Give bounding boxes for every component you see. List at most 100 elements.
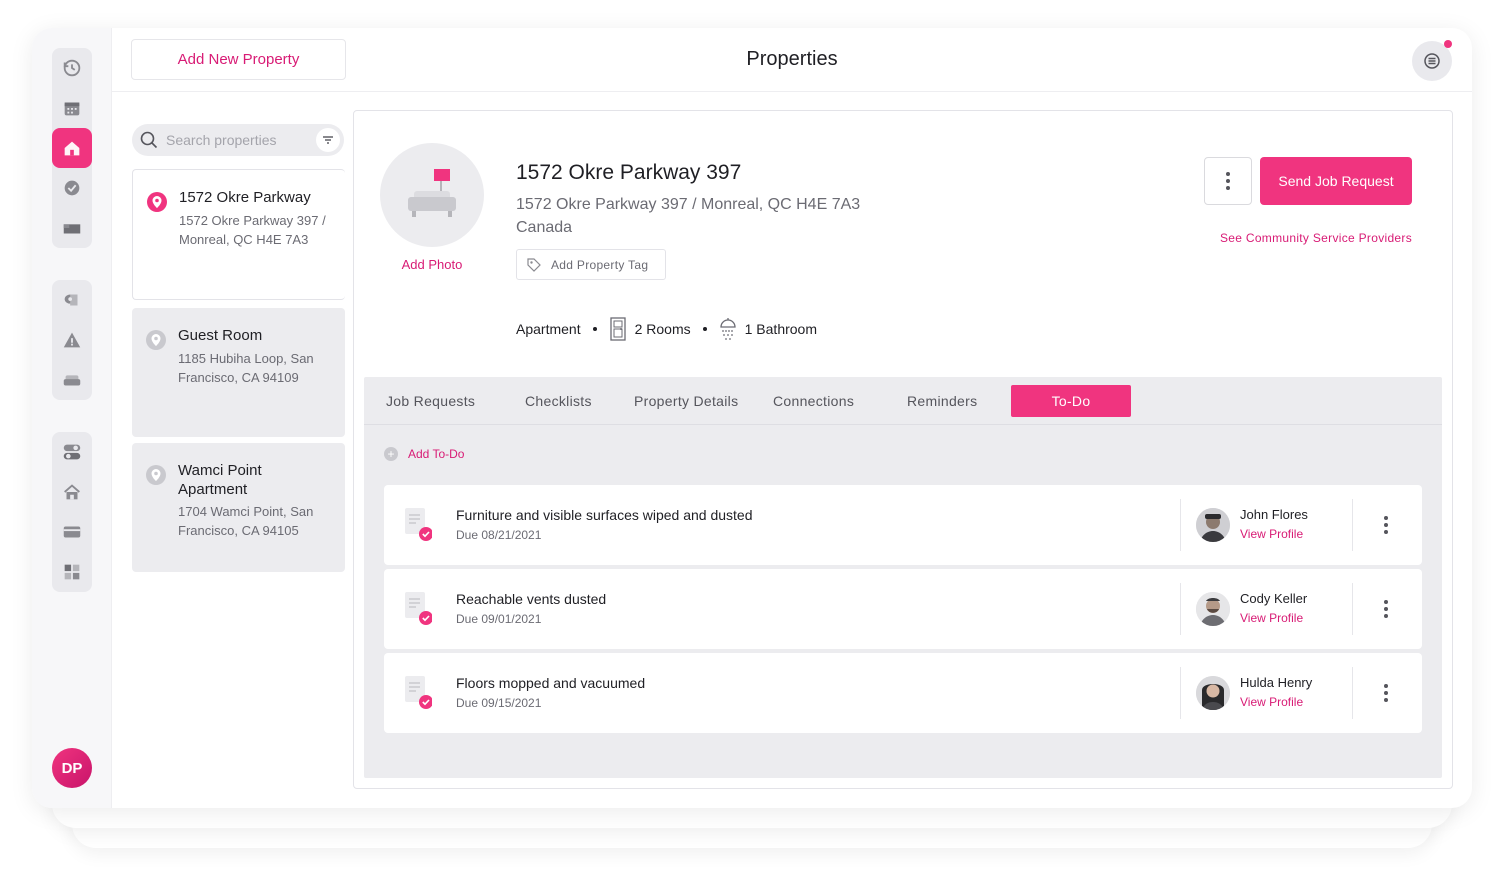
shower-icon [719, 317, 737, 341]
property-list-item[interactable]: Guest Room 1185 Hubiha Loop, San Francis… [132, 308, 345, 437]
dashboard-icon[interactable] [52, 552, 92, 592]
add-to-do-button[interactable]: + Add To-Do [384, 447, 464, 461]
property-type: Apartment [516, 321, 581, 337]
divider [1352, 667, 1353, 719]
add-photo-link[interactable]: Add Photo [380, 257, 484, 272]
toggle-icon[interactable] [52, 432, 92, 472]
property-name: 1572 Okre Parkway [179, 189, 311, 206]
property-search [132, 124, 344, 156]
todo-more-icon[interactable] [1374, 509, 1398, 541]
credit-card-icon[interactable] [52, 512, 92, 552]
app-window: DP Properties Add New Property 1572 Okre… [32, 28, 1472, 808]
tab-checklists[interactable]: Checklists [525, 385, 592, 417]
todo-title: Floors mopped and vacuumed [456, 675, 646, 691]
property-detail-panel: Add Photo 1572 Okre Parkway 397 1572 Okr… [353, 110, 1453, 789]
todo-due-date: Due 08/21/2021 [456, 528, 542, 542]
search-input[interactable] [166, 132, 306, 148]
add-property-tag-button[interactable]: Add Property Tag [516, 249, 666, 280]
view-profile-link[interactable]: View Profile [1240, 527, 1303, 541]
property-photo-placeholder[interactable] [380, 143, 484, 247]
todo-item[interactable]: Reachable vents dusted Due 09/01/2021 Co… [384, 569, 1422, 649]
property-address: 1185 Hubiha Loop, San Francisco, CA 9410… [178, 351, 314, 385]
menu-icon [1424, 53, 1440, 69]
checked-document-icon [405, 676, 432, 709]
tab-connections[interactable]: Connections [773, 385, 854, 417]
location-pin-icon [146, 465, 166, 485]
add-new-property-button[interactable]: Add New Property [131, 39, 346, 80]
address-line-2: Canada [516, 219, 573, 236]
tab-reminders[interactable]: Reminders [907, 385, 977, 417]
more-options-button[interactable] [1204, 157, 1252, 205]
divider [1180, 583, 1181, 635]
tab-to-do[interactable]: To-Do [1011, 385, 1131, 417]
left-rail: DP [32, 28, 112, 808]
tab-property-details[interactable]: Property Details [634, 385, 738, 417]
add-to-do-label: Add To-Do [408, 447, 465, 461]
rail-group-settings [52, 432, 92, 592]
tab-bar: Job Requests Checklists Property Details… [364, 377, 1442, 425]
property-address: 1704 Wamci Point, San Francisco, CA 9410… [178, 504, 314, 538]
rail-group-main [52, 48, 92, 248]
address-line-1: 1572 Okre Parkway 397 / Monreal, QC H4E … [516, 196, 861, 213]
send-job-request-button[interactable]: Send Job Request [1260, 157, 1412, 205]
separator-dot [592, 327, 597, 331]
checked-document-icon [405, 508, 432, 541]
location-pin-icon [147, 192, 167, 212]
house-outline-icon[interactable] [52, 472, 92, 512]
todo-title: Furniture and visible surfaces wiped and… [456, 507, 753, 523]
plus-icon: + [384, 447, 398, 461]
warning-icon[interactable] [52, 320, 92, 360]
divider [1180, 499, 1181, 551]
property-list-item[interactable]: Wamci Point Apartment 1704 Wamci Point, … [132, 443, 345, 572]
todo-title: Reachable vents dusted [456, 591, 607, 607]
room-count: 2 Rooms [634, 321, 691, 337]
assignee-avatar [1196, 592, 1230, 626]
assignee-avatar [1196, 676, 1230, 710]
home-icon[interactable] [52, 128, 92, 168]
divider [1180, 667, 1181, 719]
view-profile-link[interactable]: View Profile [1240, 695, 1303, 709]
property-address: 1572 Okre Parkway 397 / Monreal, QC H4E … [179, 213, 326, 247]
assignee-avatar [1196, 508, 1230, 542]
notification-dot [1444, 40, 1452, 48]
filter-icon [323, 136, 333, 144]
divider [1352, 583, 1353, 635]
view-profile-link[interactable]: View Profile [1240, 611, 1303, 625]
property-meta: Apartment 2 Rooms 1 Bathroom [516, 317, 817, 341]
door-icon [609, 317, 627, 341]
check-circle-icon[interactable] [52, 168, 92, 208]
todo-item[interactable]: Furniture and visible surfaces wiped and… [384, 485, 1422, 565]
sofa-sign-icon [408, 169, 456, 217]
separator-dot [702, 327, 707, 331]
tab-job-requests[interactable]: Job Requests [386, 385, 475, 417]
tabs-area: Job Requests Checklists Property Details… [364, 377, 1442, 778]
property-list-item[interactable]: 1572 Okre Parkway 1572 Okre Parkway 397 … [132, 169, 345, 300]
calendar-icon[interactable] [52, 88, 92, 128]
checked-document-icon [405, 592, 432, 625]
bathroom-count: 1 Bathroom [744, 321, 817, 337]
history-icon[interactable] [52, 48, 92, 88]
sofa-icon[interactable] [52, 360, 92, 400]
property-name: Guest Room [178, 327, 263, 344]
toilet-paper-icon[interactable] [52, 280, 92, 320]
filter-button[interactable] [316, 128, 340, 152]
community-providers-link[interactable]: See Community Service Providers [1184, 231, 1412, 245]
add-property-tag-label: Add Property Tag [551, 257, 649, 272]
user-avatar[interactable]: DP [52, 748, 92, 788]
search-icon [140, 131, 158, 149]
tag-icon [527, 257, 541, 272]
property-name: Wamci Point Apartment [178, 462, 262, 498]
top-bar: Properties Add New Property [112, 28, 1472, 92]
divider [1352, 499, 1353, 551]
todo-item[interactable]: Floors mopped and vacuumed Due 09/15/202… [384, 653, 1422, 733]
todo-more-icon[interactable] [1374, 593, 1398, 625]
todo-more-icon[interactable] [1374, 677, 1398, 709]
assignee-name: Cody Keller [1240, 591, 1308, 606]
property-title: 1572 Okre Parkway 397 [516, 161, 742, 184]
rail-group-rooms [52, 280, 92, 400]
todo-due-date: Due 09/15/2021 [456, 696, 542, 710]
location-pin-icon [146, 330, 166, 350]
assignee-name: John Flores [1240, 507, 1308, 522]
bed-icon[interactable] [52, 208, 92, 248]
todo-due-date: Due 09/01/2021 [456, 612, 542, 626]
